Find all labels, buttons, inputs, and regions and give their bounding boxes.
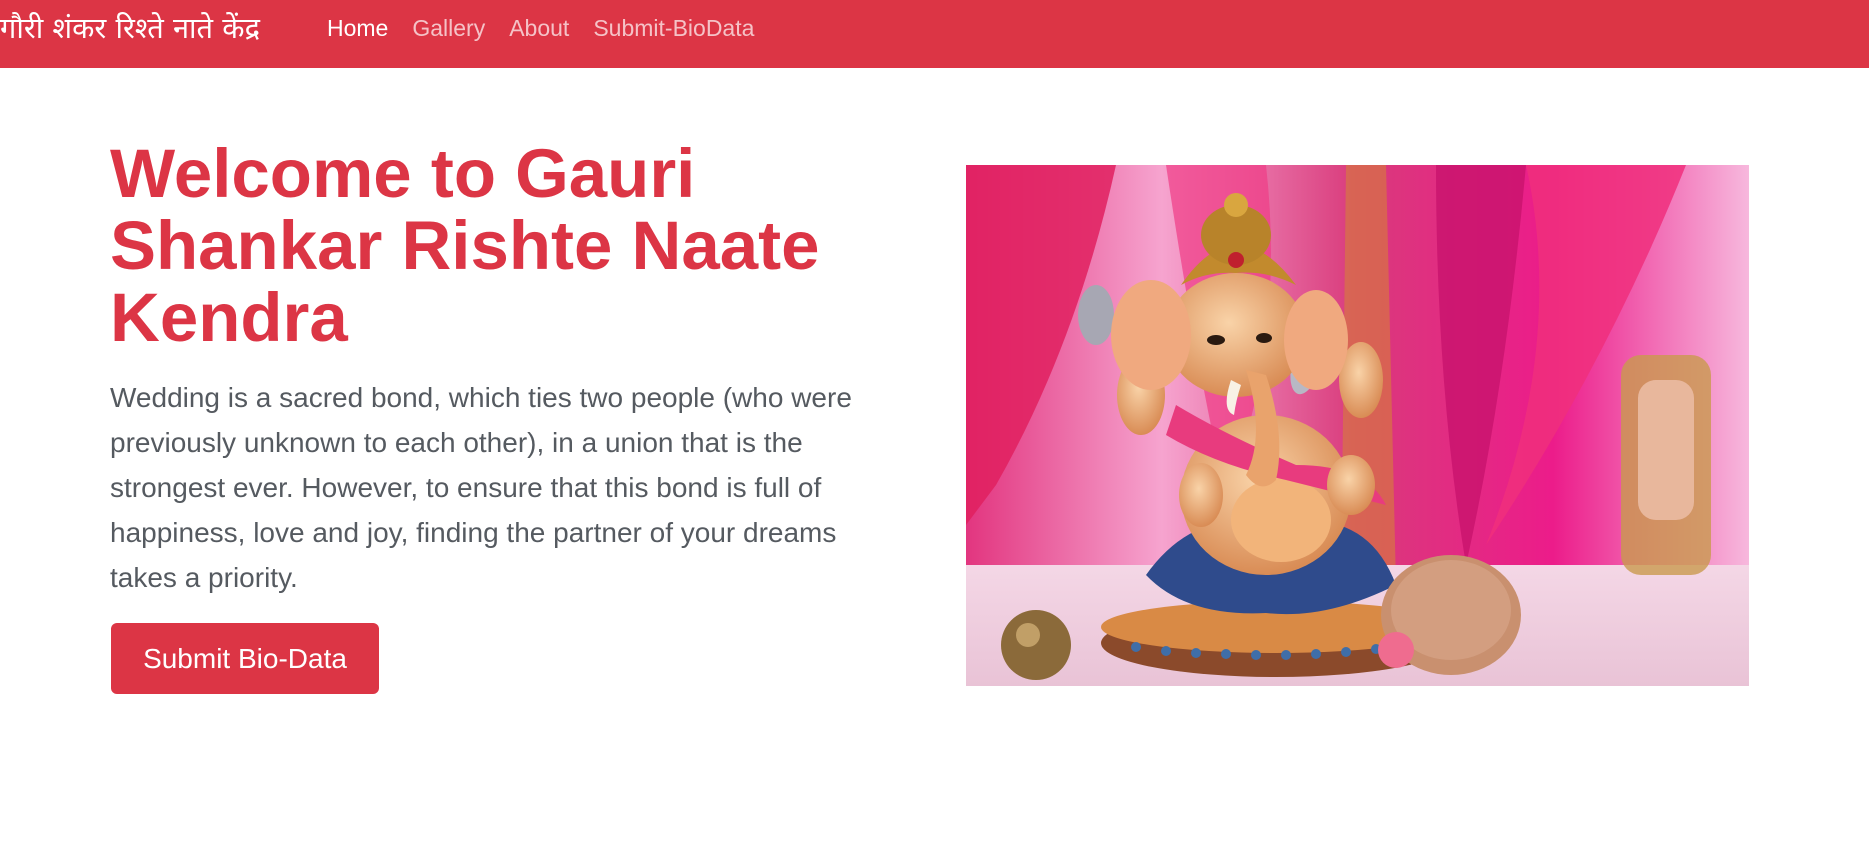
- brand-logo-text[interactable]: गौरी शंकर रिश्ते नाते केंद्र: [0, 8, 260, 48]
- nav-links: Home Gallery About Submit-BioData: [327, 14, 754, 42]
- nav-home-link[interactable]: Home: [327, 14, 388, 42]
- nav-gallery-link[interactable]: Gallery: [412, 14, 485, 42]
- top-navbar: गौरी शंकर रिश्ते नाते केंद्र Home Galler…: [0, 0, 1869, 68]
- submit-biodata-button[interactable]: Submit Bio-Data: [111, 623, 379, 694]
- hero-image: [966, 165, 1749, 686]
- nav-about-link[interactable]: About: [509, 14, 569, 42]
- hero-title: Welcome to Gauri Shankar Rishte Naate Ke…: [110, 135, 820, 356]
- ganesha-idol-illustration: [966, 165, 1749, 686]
- nav-submit-biodata-link[interactable]: Submit-BioData: [593, 14, 754, 42]
- hero-description: Wedding is a sacred bond, which ties two…: [110, 382, 852, 593]
